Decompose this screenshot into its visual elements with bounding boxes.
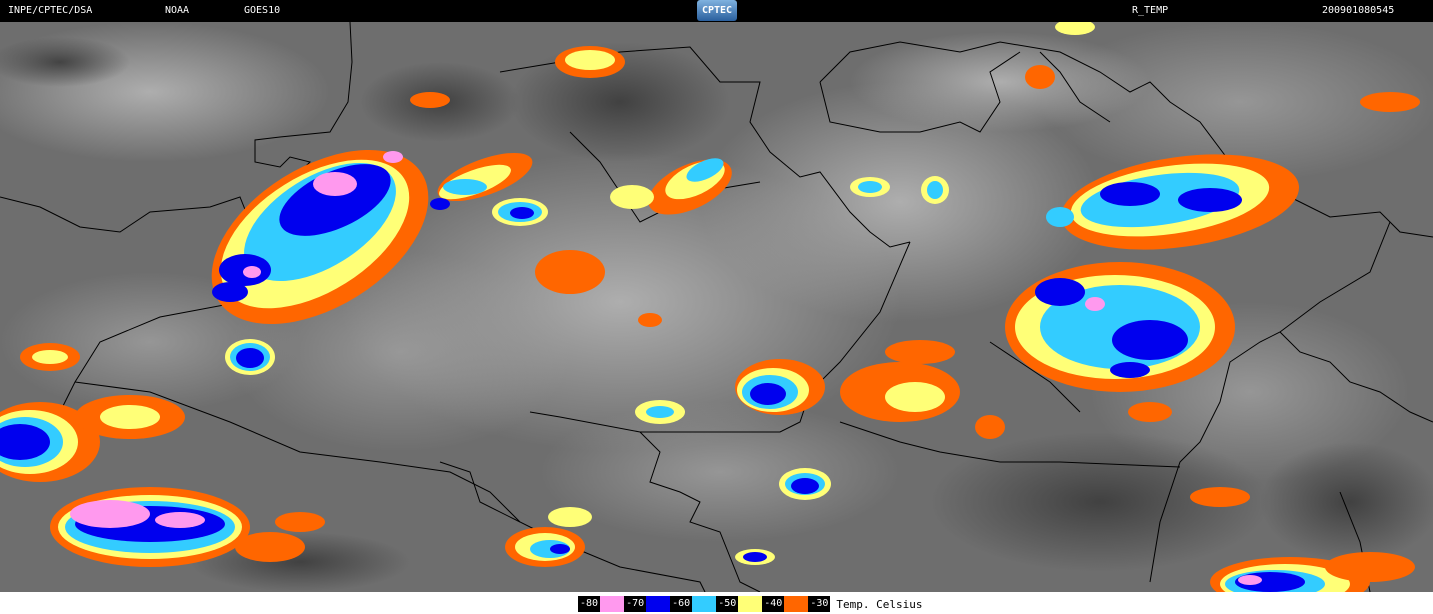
product-label: R_TEMP: [1132, 5, 1169, 16]
legend-label-1: -70: [624, 596, 647, 612]
legend-swatch-3: [738, 596, 763, 612]
map-svg: [0, 22, 1433, 592]
legend-swatch-1: [646, 596, 671, 612]
legend-label-2: -60: [670, 596, 693, 612]
satellite-map[interactable]: [0, 22, 1433, 592]
legend-caption: Temp. Celsius: [836, 597, 923, 611]
satellite-label: GOES10: [244, 5, 281, 16]
agency-label: NOAA: [165, 5, 190, 16]
timestamp-label: 200901080545: [1322, 5, 1395, 16]
cptec-logo: CPTEC: [697, 0, 737, 21]
legend-label-4: -40: [762, 596, 785, 612]
legend-swatch-2: [692, 596, 717, 612]
legend-swatch-4: [784, 596, 809, 612]
source-label: INPE/CPTEC/DSA: [8, 5, 93, 16]
legend-swatch-0: [600, 596, 625, 612]
legend-label-0: -80: [578, 596, 601, 612]
storm-west-small: [225, 339, 275, 375]
header-bar: INPE/CPTEC/DSA NOAA GOES10 CPTEC R_TEMP …: [0, 0, 1433, 22]
temperature-legend: -80 -70 -60 -50 -40 -30 Temp. Celsius: [578, 596, 922, 612]
legend-label-5: -30: [808, 596, 831, 612]
legend-label-3: -50: [716, 596, 739, 612]
